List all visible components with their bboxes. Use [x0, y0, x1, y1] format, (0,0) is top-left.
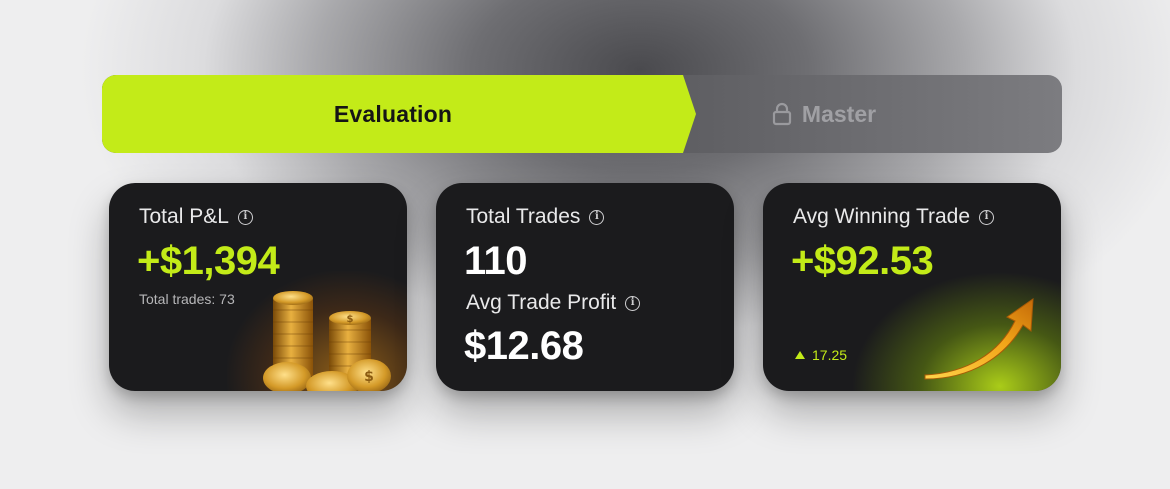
card-total-pnl: $ $ Total P&L i +$1,394 Total trades: 73	[109, 183, 407, 391]
up-triangle-icon	[795, 351, 805, 359]
avg-trade-profit-value: $12.68	[464, 324, 584, 368]
winning-title: Avg Winning Trade i	[793, 205, 995, 229]
account-stepper: Evaluation Master	[102, 75, 1062, 153]
step-evaluation-label: Evaluation	[333, 100, 453, 127]
step-master-label: Master	[801, 100, 877, 127]
info-icon[interactable]: i	[979, 209, 995, 225]
pnl-value: +$1,394	[137, 239, 280, 283]
pnl-total-trades: Total trades: 73	[139, 291, 235, 307]
winning-delta-value: 17.25	[812, 347, 848, 363]
gold-arrow-image	[924, 298, 1034, 380]
svg-text:$: $	[347, 314, 354, 325]
trades-title-label: Total Trades	[466, 205, 581, 228]
winning-value: +$92.53	[791, 239, 934, 283]
info-icon[interactable]: i	[625, 295, 641, 311]
step-evaluation[interactable]: Evaluation	[102, 75, 696, 153]
winning-title-label: Avg Winning Trade	[793, 205, 971, 228]
pnl-title-label: Total P&L	[139, 205, 229, 228]
pnl-title: Total P&L i	[139, 205, 253, 229]
info-icon[interactable]: i	[589, 209, 605, 225]
card-avg-winning-trade: Avg Winning Trade i +$92.53 17.25	[763, 183, 1061, 391]
gold-coins-image: $ $	[263, 291, 391, 391]
info-icon[interactable]: i	[237, 209, 253, 225]
lock-icon	[772, 102, 792, 126]
avg-trade-profit-label: Avg Trade Profit	[466, 291, 617, 314]
trades-value: 110	[464, 239, 528, 283]
trades-title: Total Trades i	[466, 205, 605, 229]
step-master[interactable]: Master	[696, 75, 1062, 153]
card-total-trades: Total Trades i 110 Avg Trade Profit i $1…	[436, 183, 734, 391]
winning-delta: 17.25	[795, 347, 847, 363]
svg-text:$: $	[364, 369, 374, 385]
avg-trade-profit-title: Avg Trade Profit i	[466, 291, 641, 315]
